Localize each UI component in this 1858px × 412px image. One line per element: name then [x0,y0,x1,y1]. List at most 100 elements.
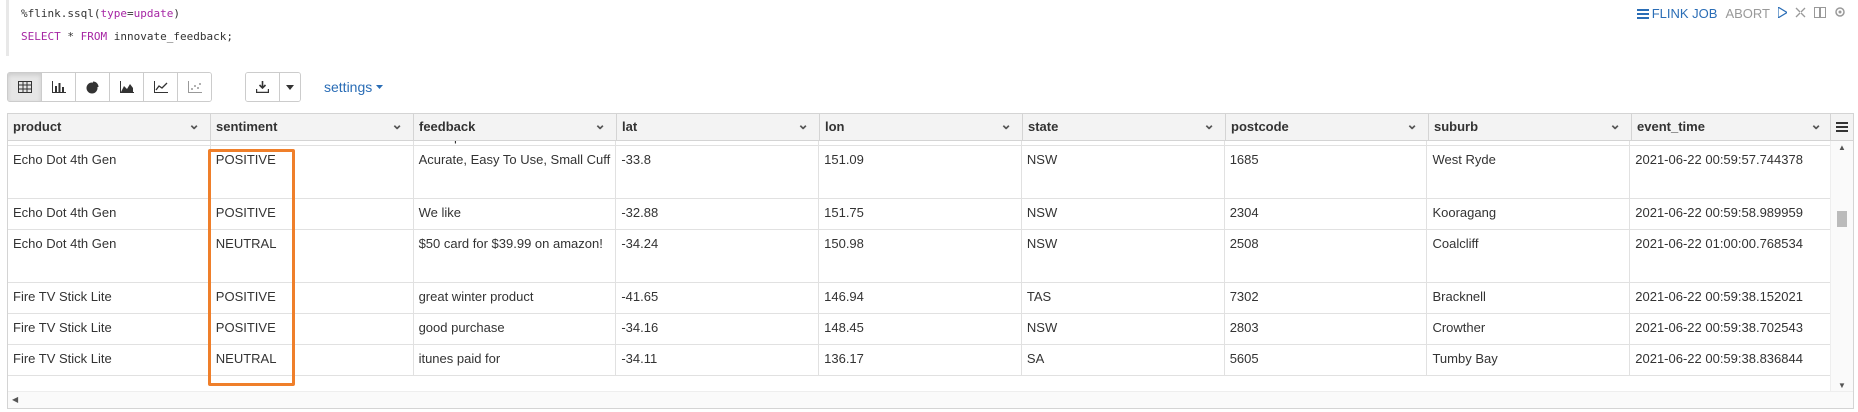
cell-lon: 146.84 [819,141,1022,145]
chart-type-group [7,72,212,102]
cell-suburb: Tumby Bay [1427,345,1631,375]
collapse-icon[interactable] [1795,6,1806,21]
table-row[interactable]: Fire TV Stick Lite POSITIVE great winter p… [8,283,1831,314]
cell-lat: -41.65 [616,283,820,313]
scroll-left-icon[interactable]: ◀ [12,395,18,404]
cell-suburb: Coalcliff [1427,230,1631,282]
cell-suburb: Kooragang [1427,199,1631,229]
cell-sentiment: POSITIVE [211,199,414,229]
cell-lon: 136.17 [819,345,1022,375]
scatter-chart-button[interactable] [178,73,211,101]
bar-chart-icon [51,81,66,93]
column-header-sentiment[interactable]: sentiment ⌄ [211,114,414,140]
cell-lon: 148.45 [819,314,1022,344]
cell-lat: -33.71 [616,141,820,145]
chevron-down-icon[interactable]: ⌄ [1203,114,1215,137]
chevron-down-icon[interactable]: ⌄ [1609,114,1621,137]
line-chart-button[interactable] [144,73,178,101]
cell-lon: 151.75 [819,199,1022,229]
column-header-label: lat [622,119,638,134]
cell-state: NSW [1022,314,1225,344]
scroll-thumb[interactable] [1837,211,1847,227]
cell-feedback: $50 card for $39.99 on amazon! [414,230,617,282]
cell-event-time: 2021-06-22 00:59:38.152021 [1630,283,1831,313]
paragraph-controls: FLINK JOB ABORT [1636,5,1846,21]
pie-chart-button[interactable] [76,73,110,101]
caret-down-icon [376,85,384,89]
abort-button[interactable]: ABORT [1725,6,1770,21]
cell-lat: -32.88 [616,199,820,229]
hamburger-icon [1836,122,1848,132]
table-icon [17,81,32,93]
column-header-label: product [13,119,62,134]
chevron-down-icon[interactable]: ⌄ [188,114,200,137]
cell-suburb: Sheans Creek [1427,141,1631,145]
download-dropdown-button[interactable] [280,73,300,101]
cell-event-time: 2021-06-22 00:59:57.277452 [1630,141,1831,145]
table-row[interactable]: Echo Dot 4th Gen POSITIVE Acurate, Easy To… [8,146,1831,199]
settings-dropdown[interactable]: settings [324,79,384,95]
column-menu-button[interactable] [1830,114,1853,140]
cell-lon: 146.94 [819,283,1022,313]
chevron-down-icon[interactable]: ⌄ [594,114,606,137]
table-row[interactable]: Fire TV Stick Lite POSITIVE good purchase -… [8,314,1831,345]
area-chart-button[interactable] [110,73,144,101]
cell-feedback: good purchase [414,314,617,344]
column-header-label: lon [825,119,845,134]
horizontal-scrollbar[interactable]: ◀ [8,391,1853,408]
chevron-down-icon[interactable]: ⌄ [1000,114,1012,137]
cell-postcode: 2304 [1225,199,1428,229]
scroll-up-icon[interactable]: ▲ [1838,143,1846,152]
cell-lon: 150.98 [819,230,1022,282]
scatter-chart-icon [187,81,202,93]
book-icon[interactable] [1814,6,1826,21]
code-line-2: SELECT * FROM innovate_feedback; [21,30,233,43]
cell-sentiment: POSITIVE [211,141,414,145]
cell-suburb: Crowther [1427,314,1631,344]
chevron-down-icon[interactable]: ⌄ [797,114,809,137]
column-header-label: state [1028,119,1059,134]
cell-product: Echo Dot 4th Gen [8,230,211,282]
column-header-label: sentiment [216,119,278,134]
run-icon[interactable] [1777,5,1789,21]
column-header-label: event_time [1637,119,1705,134]
column-header-event-time[interactable]: event_time ⌄ [1632,114,1833,140]
download-group [245,72,301,102]
column-header-product[interactable]: product ⌄ [8,114,211,140]
column-header-postcode[interactable]: postcode ⌄ [1226,114,1429,140]
table-row[interactable]: Fire TV Stick Lite NEUTRAL itunes paid for… [8,345,1831,376]
cell-state: VIC [1022,141,1225,145]
gear-icon[interactable] [1834,6,1846,21]
column-header-lat[interactable]: lat ⌄ [617,114,820,140]
cell-event-time: 2021-06-22 00:59:38.702543 [1630,314,1831,344]
cell-postcode: 7302 [1225,283,1428,313]
cell-event-time: 2021-06-22 01:00:00.768534 [1630,230,1831,282]
line-chart-icon [153,81,168,93]
chevron-down-icon[interactable]: ⌄ [1810,114,1822,137]
column-header-suburb[interactable]: suburb ⌄ [1429,114,1632,140]
cell-product: Echo Dot 4th Gen [8,199,211,229]
cell-lat: -34.24 [616,230,820,282]
cell-state: NSW [1022,199,1225,229]
cell-sentiment: POSITIVE [211,314,414,344]
chevron-down-icon[interactable]: ⌄ [391,114,403,137]
code-line-1: %flink.ssql(type=update) [21,7,180,20]
scroll-down-icon[interactable]: ▼ [1838,381,1846,390]
download-button[interactable] [246,73,280,101]
cell-suburb: West Ryde [1427,146,1631,198]
table-row[interactable]: Echo Dot 4th Gen NEUTRAL $50 card for $39.… [8,230,1831,283]
chevron-down-icon[interactable]: ⌄ [1406,114,1418,137]
cell-state: NSW [1022,230,1225,282]
column-header-feedback[interactable]: feedback ⌄ [414,114,617,140]
column-header-state[interactable]: state ⌄ [1023,114,1226,140]
column-header-lon[interactable]: lon ⌄ [820,114,1023,140]
visualization-toolbar: settings [7,72,384,102]
column-header-label: feedback [419,119,476,134]
bar-chart-button[interactable] [42,73,76,101]
table-view-button[interactable] [8,73,42,101]
code-editor[interactable]: %flink.ssql(type=update) SELECT * FROM i… [6,0,1855,56]
flink-job-link[interactable]: FLINK JOB [1636,6,1717,21]
table-row[interactable]: Echo Dot 4th Gen POSITIVE We like -32.88 151… [8,199,1831,230]
list-icon [1636,8,1649,19]
vertical-scrollbar[interactable]: ▲ ▼ [1830,141,1853,392]
